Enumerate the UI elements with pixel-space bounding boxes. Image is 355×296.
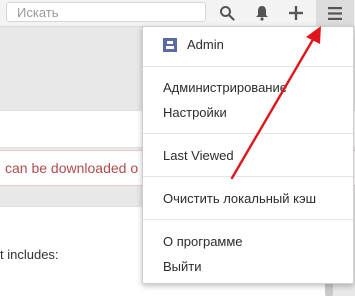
user-icon (163, 38, 177, 52)
search-input[interactable]: Искать (6, 2, 206, 22)
user-dropdown-menu: Admin Администрирование Настройки Last V… (142, 26, 354, 284)
notice-text: can be downloaded o (5, 160, 139, 176)
plus-icon (289, 6, 303, 20)
top-toolbar: Искать (0, 0, 355, 27)
menu-item-user[interactable]: Admin (163, 37, 224, 53)
add-button[interactable] (281, 0, 311, 26)
menu-divider (143, 66, 353, 67)
menu-item-logout[interactable]: Выйти (163, 259, 202, 275)
menu-item-last-viewed[interactable]: Last Viewed (163, 148, 234, 164)
content-text: t includes: (0, 247, 59, 262)
user-name: Admin (187, 37, 224, 52)
menu-button[interactable] (316, 0, 354, 26)
bell-icon (256, 6, 268, 21)
search-button[interactable] (212, 0, 242, 26)
notifications-button[interactable] (247, 0, 277, 26)
menu-item-clear-cache[interactable]: Очистить локальный кэш (163, 191, 316, 207)
hamburger-icon (328, 6, 342, 20)
menu-divider (143, 219, 353, 220)
search-icon (220, 6, 235, 21)
menu-divider (143, 176, 353, 177)
menu-divider (143, 133, 353, 134)
menu-item-administration[interactable]: Администрирование (163, 80, 287, 96)
menu-item-settings[interactable]: Настройки (163, 105, 227, 121)
menu-item-about[interactable]: О программе (163, 234, 243, 250)
